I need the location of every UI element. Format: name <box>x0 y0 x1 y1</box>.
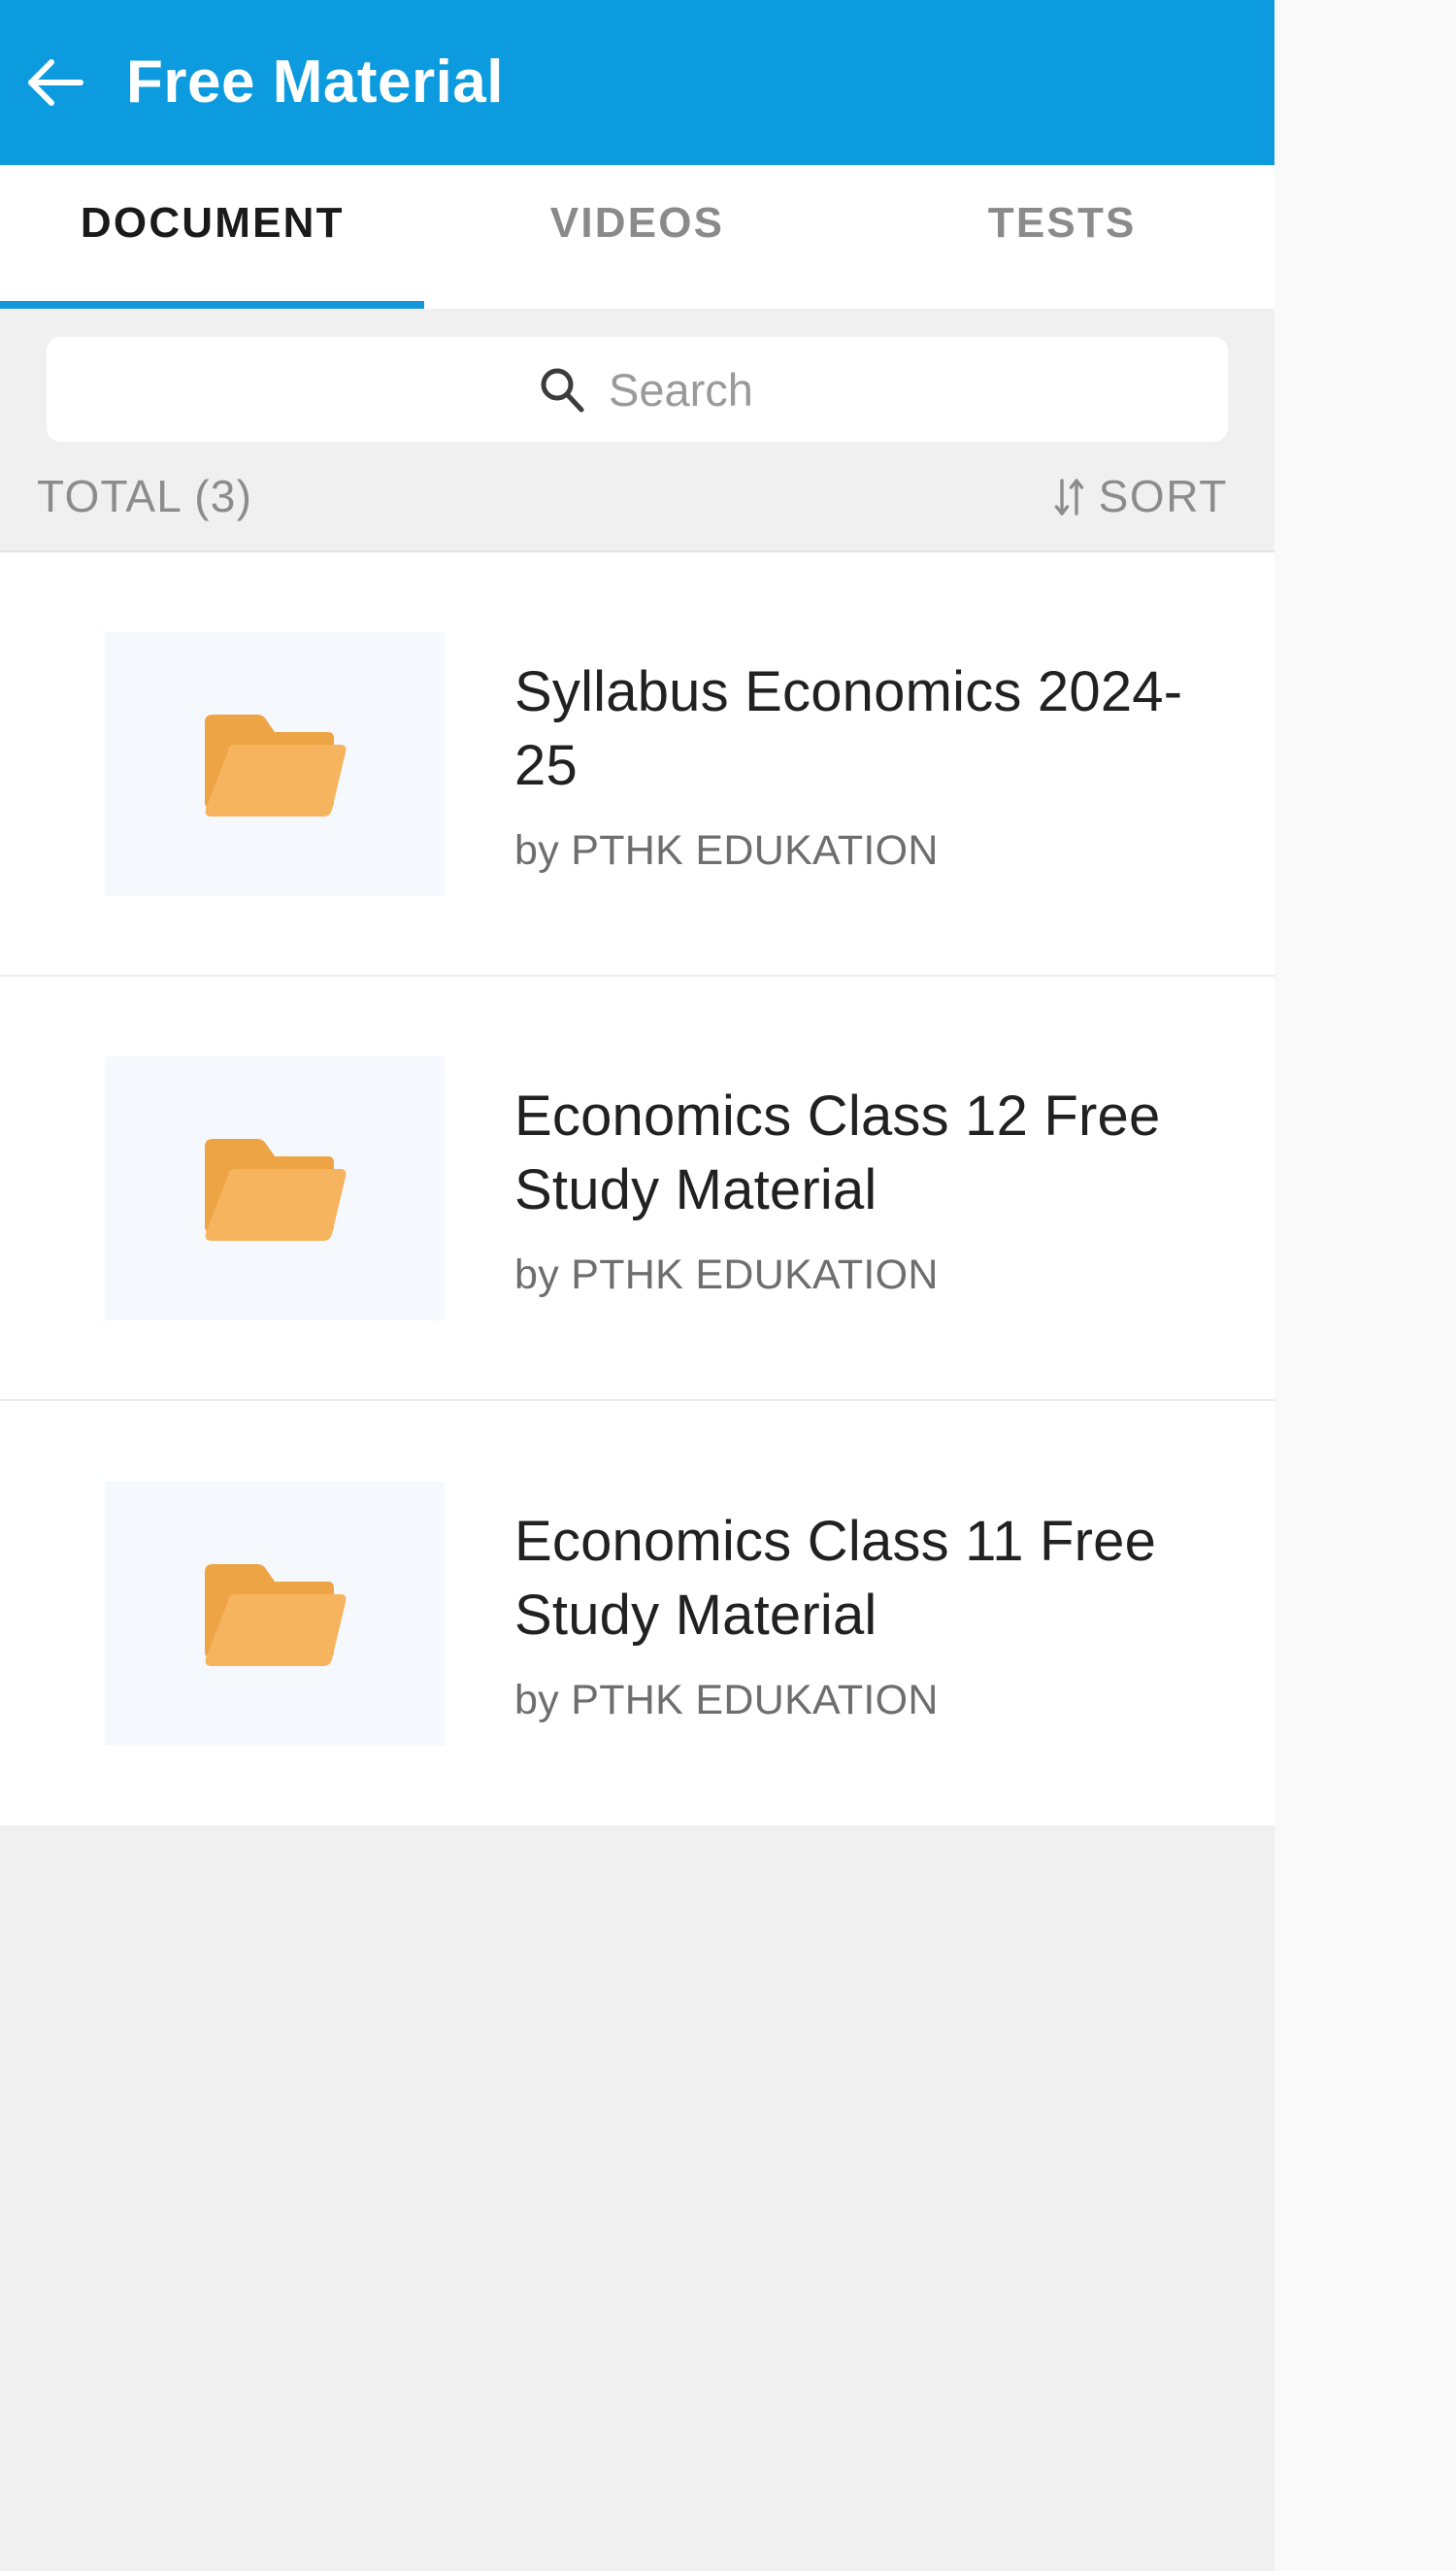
search-input[interactable]: Search <box>47 337 1228 442</box>
document-thumbnail <box>105 1055 445 1320</box>
tab-videos[interactable]: VIDEOS <box>425 165 850 309</box>
active-tab-indicator <box>0 301 424 309</box>
document-author: by PTHK EDUKATION <box>514 1251 939 1298</box>
document-thumbnail <box>105 631 445 896</box>
list-item[interactable]: Syllabus Economics 2024-25 by PTHK EDUKA… <box>0 552 1274 977</box>
sort-arrows-icon <box>1053 473 1086 519</box>
tab-document[interactable]: DOCUMENT <box>0 165 425 309</box>
tab-bar: DOCUMENT VIDEOS TESTS <box>0 165 1274 309</box>
empty-area <box>0 1825 1274 2571</box>
search-zone: Search <box>0 309 1274 442</box>
folder-icon <box>199 1125 350 1252</box>
tab-tests[interactable]: TESTS <box>849 165 1274 309</box>
sort-label: SORT <box>1098 471 1228 521</box>
document-text-block: Syllabus Economics 2024-25 by PTHK EDUKA… <box>514 655 1241 872</box>
folder-icon <box>199 1551 350 1677</box>
arrow-left-icon <box>26 56 88 109</box>
search-placeholder: Search <box>609 363 753 416</box>
back-button[interactable] <box>0 0 115 165</box>
document-title: Economics Class 12 Free Study Material <box>514 1085 1161 1221</box>
page-title: Free Material <box>126 49 505 116</box>
list-item[interactable]: Economics Class 12 Free Study Material b… <box>0 977 1274 1401</box>
list-item[interactable]: Economics Class 11 Free Study Material b… <box>0 1401 1274 1825</box>
sort-button[interactable]: SORT <box>1053 473 1228 519</box>
app-bar: Free Material <box>0 0 1274 165</box>
document-list: Syllabus Economics 2024-25 by PTHK EDUKA… <box>0 551 1274 1825</box>
total-count-label: TOTAL (3) <box>37 471 253 521</box>
outer-gutter <box>1274 0 1456 2571</box>
list-meta-row: TOTAL (3) SORT <box>0 442 1274 551</box>
document-author: by PTHK EDUKATION <box>514 826 939 874</box>
tab-tests-label: TESTS <box>987 199 1137 247</box>
tab-videos-label: VIDEOS <box>549 199 725 247</box>
document-title: Syllabus Economics 2024-25 <box>514 660 1183 797</box>
document-title: Economics Class 11 Free Study Material <box>514 1510 1157 1647</box>
folder-icon <box>199 701 350 827</box>
document-text-block: Economics Class 12 Free Study Material b… <box>514 1080 1241 1296</box>
search-icon <box>537 364 587 415</box>
tab-document-label: DOCUMENT <box>80 199 345 247</box>
document-text-block: Economics Class 11 Free Study Material b… <box>514 1505 1241 1721</box>
document-thumbnail <box>105 1481 445 1746</box>
app-pane: Free Material DOCUMENT VIDEOS TESTS Sear… <box>0 0 1274 2571</box>
document-author: by PTHK EDUKATION <box>514 1676 939 1723</box>
